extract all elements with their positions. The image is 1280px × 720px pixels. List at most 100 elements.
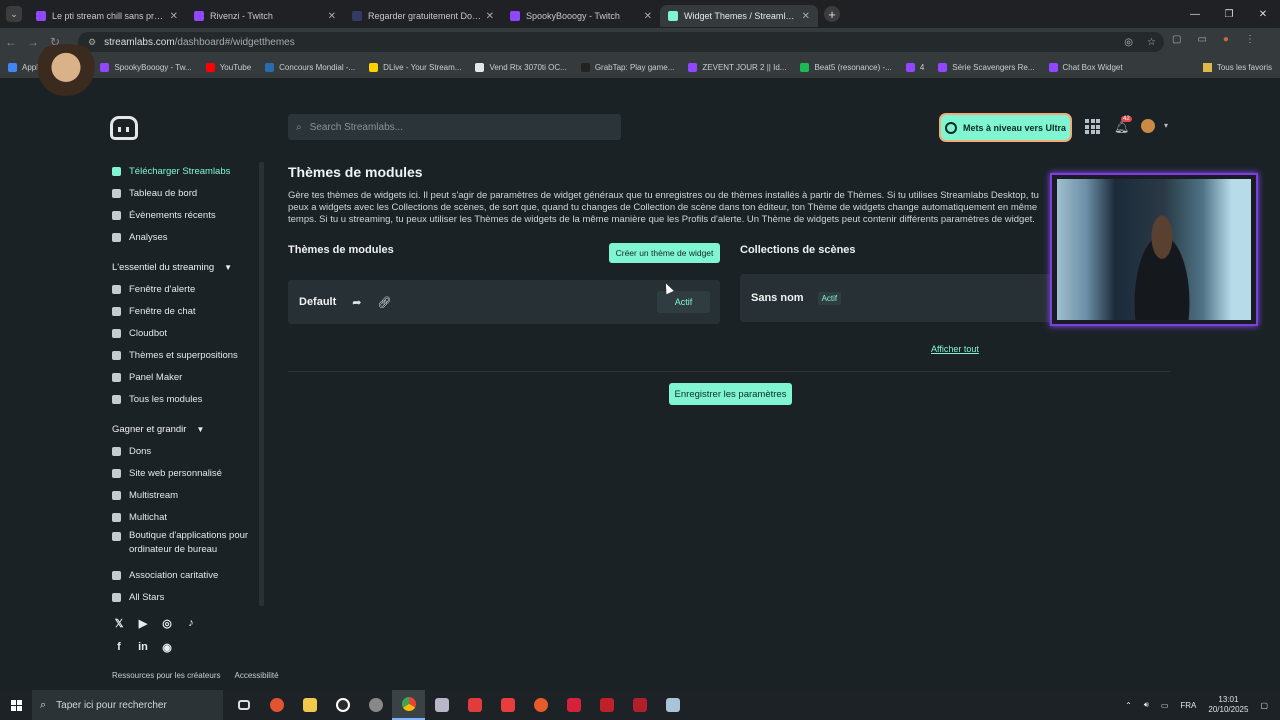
chrome-icon[interactable] xyxy=(392,690,425,720)
instagram-icon[interactable]: ◎ xyxy=(160,616,174,630)
sidebar-item[interactable]: Cloudbot xyxy=(112,322,262,344)
close-tab-icon[interactable]: ✕ xyxy=(644,11,652,22)
close-tab-icon[interactable]: ✕ xyxy=(170,11,178,22)
sidebar-item[interactable]: Tableau de bord xyxy=(112,182,262,204)
sidebar-item[interactable]: Multichat xyxy=(112,506,262,528)
section-earn-grow[interactable]: Gagner et grandir ▼ xyxy=(112,418,262,440)
upgrade-ultra-button[interactable]: Mets à niveau vers Ultra xyxy=(941,115,1070,140)
share-icon[interactable]: ➦ xyxy=(352,296,361,309)
tiktok-icon[interactable]: ♪ xyxy=(184,616,198,630)
apps-grid-icon[interactable] xyxy=(1085,119,1100,134)
bell-icon[interactable]: 🔔︎ xyxy=(1114,120,1129,134)
app-amd-icon[interactable] xyxy=(557,690,590,720)
language-indicator[interactable]: FRA xyxy=(1180,701,1196,710)
bookmark-item[interactable]: Chat Box Widget xyxy=(1048,62,1123,72)
section-streaming-essentials[interactable]: L'essentiel du streaming ▼ xyxy=(112,256,262,278)
extensions-icon[interactable]: ▢ xyxy=(1172,34,1181,45)
new-tab-button[interactable]: + xyxy=(824,6,840,22)
bookmark-item[interactable]: DLive - Your Stream... xyxy=(369,62,461,72)
sidebar-item[interactable]: Évènements récents xyxy=(112,204,262,226)
app-orange-icon[interactable] xyxy=(524,690,557,720)
notification-center-icon[interactable]: ▢ xyxy=(1260,701,1268,710)
linkedin-icon[interactable]: in xyxy=(136,640,150,654)
app-g-icon[interactable] xyxy=(326,690,359,720)
minimize-button[interactable]: — xyxy=(1178,0,1212,28)
show-all-link[interactable]: Afficher tout xyxy=(931,344,979,354)
all-bookmarks[interactable]: Tous les favoris xyxy=(1202,62,1272,72)
sidebar-item[interactable]: Multistream xyxy=(112,484,262,506)
app-car-icon[interactable] xyxy=(425,690,458,720)
taskbar-search[interactable]: ⌕ Taper ici pour rechercher xyxy=(32,690,223,720)
eye-off-icon[interactable]: ◎ xyxy=(1124,37,1133,48)
bookmark-item[interactable]: 4 xyxy=(905,62,924,72)
link-icon[interactable]: 🔗︎ xyxy=(378,296,392,309)
browser-tab[interactable]: SpookyBooogy - Twitch ✕ xyxy=(502,5,660,27)
sidebar-item[interactable]: Panel Maker xyxy=(112,366,262,388)
app-monitor-icon[interactable] xyxy=(623,690,656,720)
app-red-icon[interactable] xyxy=(260,690,293,720)
creator-resources-link[interactable]: Ressources pour les créateurs xyxy=(112,671,221,680)
task-view-icon[interactable] xyxy=(227,690,260,720)
sidebar-item[interactable]: Thèmes et superpositions xyxy=(112,344,262,366)
file-explorer-icon[interactable] xyxy=(293,690,326,720)
search-input[interactable]: ⌕ Search Streamlabs... xyxy=(288,114,621,140)
sidebar-item-app-store[interactable]: Boutique d'applications pour ordinateur … xyxy=(112,528,262,564)
restore-button[interactable]: ❐ xyxy=(1212,0,1246,28)
streamlabs-logo[interactable] xyxy=(110,116,138,140)
sidebar-item[interactable]: Fenêtre de chat xyxy=(112,300,262,322)
theme-active-button[interactable]: Actif xyxy=(657,291,710,313)
cast-icon[interactable]: ▭ xyxy=(1197,34,1206,45)
browser-tab[interactable]: Le pti stream chill sans prograi ✕ xyxy=(28,5,186,27)
facebook-icon[interactable]: f xyxy=(112,640,126,654)
address-bar[interactable]: ⚙ streamlabs.com /dashboard#/widgettheme… xyxy=(78,32,1164,52)
sidebar-item[interactable]: Tous les modules xyxy=(112,388,262,410)
close-tab-icon[interactable]: ✕ xyxy=(802,11,810,22)
close-tab-icon[interactable]: ✕ xyxy=(486,11,494,22)
sidebar-scrollbar[interactable] xyxy=(259,162,264,606)
close-tab-icon[interactable]: ✕ xyxy=(328,11,336,22)
bookmark-item[interactable]: Série Scavengers Re... xyxy=(938,62,1035,72)
sidebar-item[interactable]: Fenêtre d'alerte xyxy=(112,278,262,300)
menu-icon[interactable]: ⋮ xyxy=(1245,34,1255,45)
chevron-down-icon[interactable]: ▾ xyxy=(1164,121,1168,130)
sidebar-item[interactable]: Analyses xyxy=(112,226,262,248)
app-acrobat-icon[interactable] xyxy=(458,690,491,720)
app-globe-icon[interactable] xyxy=(359,690,392,720)
sidebar-item[interactable]: Association caritative xyxy=(112,564,262,586)
profile-icon[interactable]: ● xyxy=(1223,34,1229,45)
app-red2-icon[interactable] xyxy=(590,690,623,720)
browser-tab[interactable]: Regarder gratuitement Dororo ✕ xyxy=(344,5,502,27)
sidebar-item[interactable]: Télécharger Streamlabs xyxy=(112,160,262,182)
volume-icon[interactable]: 🔊︎ xyxy=(1144,700,1149,710)
browser-tab[interactable]: Widget Themes / Streamlabs ✕ xyxy=(660,5,818,27)
bookmark-item[interactable]: SpookyBooogy - Tw... xyxy=(100,62,192,72)
app-window-icon[interactable] xyxy=(656,690,689,720)
back-button[interactable]: ← xyxy=(0,35,22,49)
user-avatar[interactable] xyxy=(1141,119,1155,133)
create-widget-theme-button[interactable]: Créer un thème de widget xyxy=(609,243,720,263)
site-info-icon[interactable]: ⚙ xyxy=(88,37,96,48)
app-bolt-icon[interactable] xyxy=(491,690,524,720)
bookmark-item[interactable]: ZEVENT JOUR 2 || Id... xyxy=(688,62,786,72)
bookmark-star-icon[interactable]: ☆ xyxy=(1147,37,1156,48)
sidebar-item[interactable]: Dons xyxy=(112,440,262,462)
start-button[interactable] xyxy=(0,690,32,720)
bookmark-item[interactable]: Beat5 (resonance) -... xyxy=(800,62,892,72)
close-window-button[interactable]: ✕ xyxy=(1246,0,1280,28)
x-icon[interactable]: 𝕏 xyxy=(112,616,126,630)
bookmark-item[interactable]: YouTube xyxy=(205,62,251,72)
sidebar-item[interactable]: All Stars xyxy=(112,586,262,608)
bookmark-item[interactable]: Vend Rtx 3070ti OC... xyxy=(475,62,567,72)
tab-search-button[interactable]: ⌄ xyxy=(6,6,22,22)
browser-tab[interactable]: Rivenzi - Twitch ✕ xyxy=(186,5,344,27)
bookmark-item[interactable]: GrabTap: Play game... xyxy=(580,62,674,72)
network-icon[interactable]: ▭ xyxy=(1161,701,1169,710)
sidebar-item[interactable]: Site web personnalisé xyxy=(112,462,262,484)
clock[interactable]: 13:01 20/10/2025 xyxy=(1208,695,1248,715)
save-settings-button[interactable]: Enregistrer les paramètres xyxy=(669,383,792,405)
accessibility-link[interactable]: Accessibilité xyxy=(235,671,279,680)
discord-icon[interactable]: ◉ xyxy=(160,640,174,654)
chevron-up-icon[interactable]: ⌃ xyxy=(1125,701,1132,710)
forward-button[interactable]: → xyxy=(22,35,44,49)
bookmark-item[interactable]: Concours Mondial -... xyxy=(265,62,355,72)
